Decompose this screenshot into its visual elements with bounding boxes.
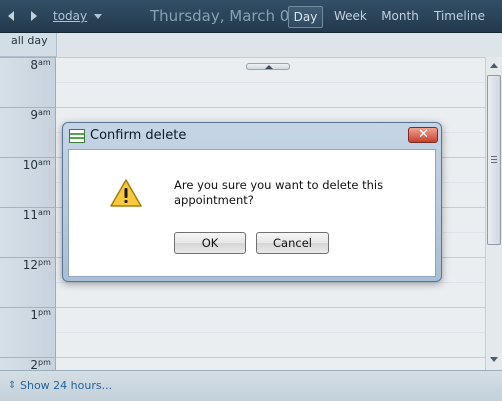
dialog-message: Are you sure you want to delete this app… [174, 178, 384, 207]
warning-icon [110, 179, 142, 207]
ok-button[interactable]: OK [174, 232, 246, 254]
dialog-title: Confirm delete [90, 128, 187, 143]
close-button[interactable]: ✕ [408, 127, 438, 143]
cancel-button[interactable]: Cancel [256, 232, 329, 254]
dialog-body: Are you sure you want to delete this app… [68, 149, 436, 277]
calendar-icon [69, 129, 85, 143]
confirm-delete-dialog: Confirm delete ✕ Are you sure you want t… [62, 122, 442, 282]
close-icon: ✕ [418, 127, 429, 142]
